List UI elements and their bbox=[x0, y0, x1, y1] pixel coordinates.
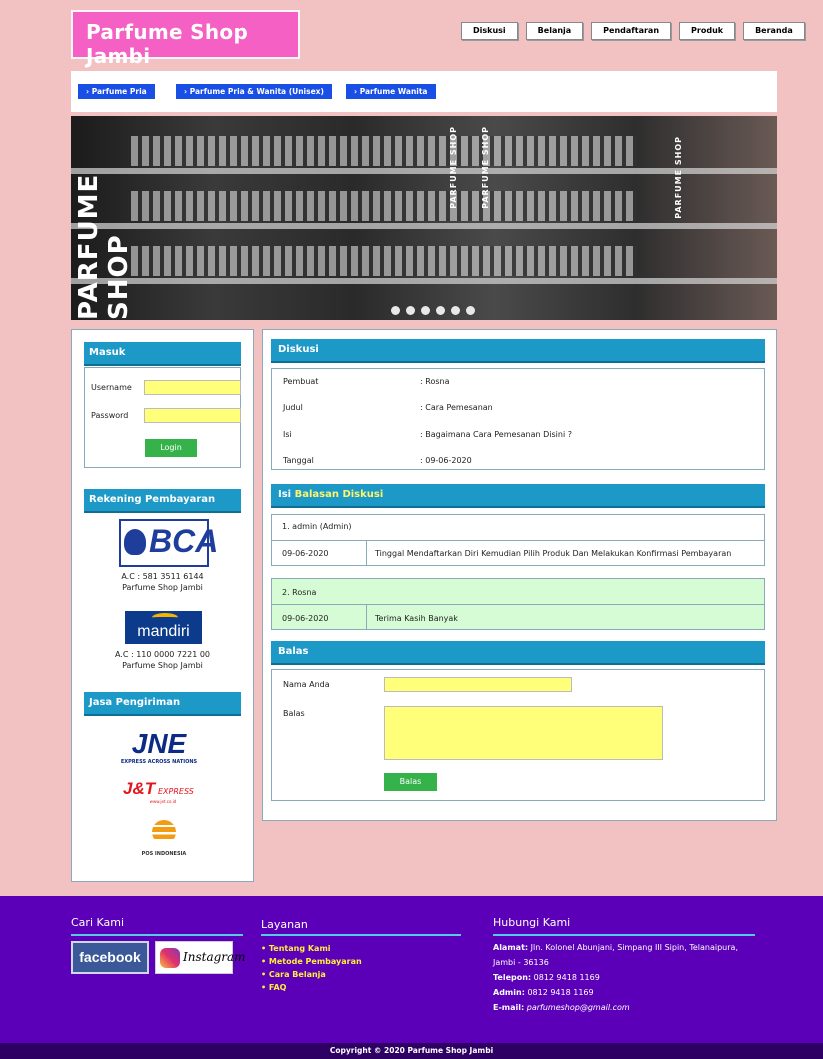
contact-title: Hubungi Kami bbox=[493, 916, 571, 929]
username-input[interactable] bbox=[144, 380, 241, 395]
category-wanita[interactable]: › Parfume Wanita bbox=[346, 84, 436, 99]
reply-item bbox=[271, 578, 765, 630]
password-input[interactable] bbox=[144, 408, 241, 423]
category-bar: › Parfume Pria › Parfume Pria & Wanita (… bbox=[71, 71, 777, 112]
address-city: Jambi - 36136 bbox=[493, 958, 549, 967]
pos-logo: POS INDONESIA bbox=[136, 820, 192, 866]
nav-diskusi[interactable]: Diskusi bbox=[461, 22, 518, 40]
carousel-dot[interactable] bbox=[391, 306, 400, 315]
banner-shelf-row bbox=[131, 136, 637, 166]
instagram-icon bbox=[160, 948, 180, 968]
login-title: Masuk bbox=[84, 342, 241, 366]
field-value: : 09-06-2020 bbox=[420, 456, 472, 465]
reply-text: Terima Kasih Banyak bbox=[375, 614, 458, 623]
bca-holder: Parfume Shop Jambi bbox=[122, 583, 203, 592]
admin-phone: 0812 9418 1169 bbox=[527, 988, 594, 997]
footer: Cari Kami facebook Instagram Layanan • T… bbox=[0, 896, 823, 1043]
reply-date: 09-06-2020 bbox=[282, 549, 329, 558]
facebook-link[interactable]: facebook bbox=[71, 941, 149, 974]
banner-shelf-row bbox=[131, 246, 637, 276]
banner-shelf-row bbox=[131, 191, 637, 221]
reply-submit-button[interactable]: Balas bbox=[384, 773, 437, 791]
nav-produk[interactable]: Produk bbox=[679, 22, 736, 40]
field-value: : Cara Pemesanan bbox=[420, 403, 493, 412]
shipping-title: Jasa Pengiriman bbox=[84, 692, 241, 716]
find-us-title: Cari Kami bbox=[71, 916, 125, 929]
bca-logo: BCA bbox=[119, 519, 218, 567]
field-label: Pembuat bbox=[283, 377, 319, 386]
reply-textarea[interactable] bbox=[384, 706, 663, 760]
carousel-dots[interactable] bbox=[391, 306, 475, 315]
field-value: : Rosna bbox=[420, 377, 450, 386]
carousel-dot[interactable] bbox=[421, 306, 430, 315]
carousel-dot[interactable] bbox=[436, 306, 445, 315]
body-label: Balas bbox=[283, 709, 305, 718]
link-faq[interactable]: • FAQ bbox=[261, 983, 286, 992]
nav-belanja[interactable]: Belanja bbox=[525, 22, 584, 40]
site-logo[interactable]: Parfume Shop Jambi bbox=[71, 10, 300, 68]
password-label: Password bbox=[91, 411, 129, 420]
phone: 0812 9418 1169 bbox=[533, 973, 600, 982]
field-label: Tanggal bbox=[283, 456, 314, 465]
carousel-dot[interactable] bbox=[466, 306, 475, 315]
category-unisex[interactable]: › Parfume Pria & Wanita (Unisex) bbox=[176, 84, 332, 99]
reply-author: 1. admin (Admin) bbox=[282, 522, 352, 531]
link-cara-belanja[interactable]: • Cara Belanja bbox=[261, 970, 326, 979]
banner-sign: PARFUME SHOP bbox=[674, 136, 683, 219]
address: Jln. Kolonel Abunjani, Simpang III Sipin… bbox=[530, 943, 738, 952]
banner-sign: PARFUME SHOP bbox=[449, 126, 458, 209]
mandiri-account: A.C : 110 0000 7221 00 bbox=[114, 650, 211, 659]
services-title: Layanan bbox=[261, 918, 308, 931]
carousel-dot[interactable] bbox=[406, 306, 415, 315]
nav-pendaftaran[interactable]: Pendaftaran bbox=[591, 22, 672, 40]
nav-beranda[interactable]: Beranda bbox=[743, 22, 805, 40]
jnt-logo: J&T EXPRESS www.jet.co.id bbox=[123, 779, 194, 804]
link-tentang-kami[interactable]: • Tentang Kami bbox=[261, 944, 331, 953]
banner-sign: PARFUME SHOP bbox=[74, 173, 134, 320]
hero-banner: PARFUME SHOP PARFUME SHOP PARFUME SHOP P… bbox=[71, 116, 777, 320]
rekening-title: Rekening Pembayaran bbox=[84, 489, 241, 513]
mandiri-holder: Parfume Shop Jambi bbox=[122, 661, 203, 670]
field-value: : Bagaimana Cara Pemesanan Disini ? bbox=[420, 430, 572, 439]
name-input[interactable] bbox=[384, 677, 572, 692]
replies-title: Isi Balasan Diskusi bbox=[271, 484, 765, 508]
banner-sign: PARFUME SHOP bbox=[481, 126, 490, 209]
carousel-dot[interactable] bbox=[451, 306, 460, 315]
reply-author: 2. Rosna bbox=[282, 588, 317, 597]
copyright: Copyright © 2020 Parfume Shop Jambi bbox=[0, 1043, 823, 1059]
name-label: Nama Anda bbox=[283, 680, 330, 689]
email[interactable]: parfumeshop@gmail.com bbox=[527, 1003, 630, 1012]
reply-date: 09-06-2020 bbox=[282, 614, 329, 623]
bca-account: A.C : 581 3511 6144 bbox=[121, 572, 204, 581]
field-label: Isi bbox=[283, 430, 292, 439]
login-button[interactable]: Login bbox=[145, 439, 197, 457]
link-metode-pembayaran[interactable]: • Metode Pembayaran bbox=[261, 957, 362, 966]
reply-text: Tinggal Mendaftarkan Diri Kemudian Pilih… bbox=[375, 549, 732, 558]
discussion-detail bbox=[271, 368, 765, 470]
category-pria[interactable]: › Parfume Pria bbox=[78, 84, 155, 99]
mandiri-logo: mandiri bbox=[125, 611, 202, 644]
username-label: Username bbox=[91, 383, 132, 392]
jne-logo: JNE EXPRESS ACROSS NATIONS bbox=[120, 728, 198, 766]
reply-form-title: Balas bbox=[271, 641, 765, 665]
field-label: Judul bbox=[283, 403, 303, 412]
instagram-link[interactable]: Instagram bbox=[155, 941, 246, 974]
top-nav: Diskusi Belanja Pendaftaran Produk Beran… bbox=[461, 22, 805, 40]
discussion-title: Diskusi bbox=[271, 339, 765, 363]
